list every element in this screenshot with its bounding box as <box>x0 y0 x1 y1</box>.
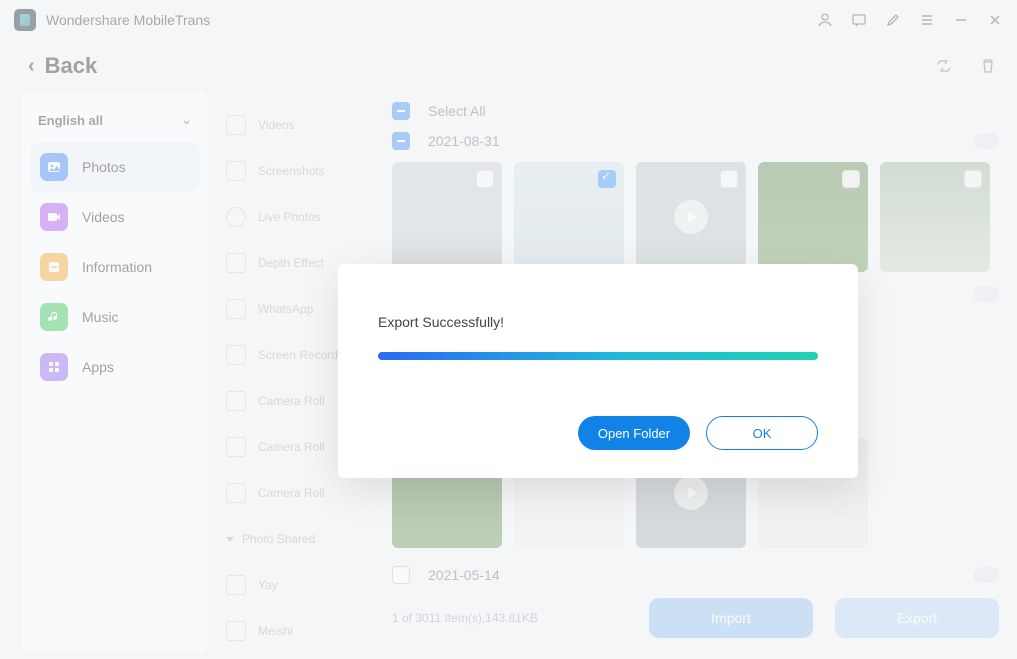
language-label: English all <box>38 113 103 128</box>
category-item[interactable]: Meishi <box>220 608 386 654</box>
sidebar: English all ⌄ Photos Videos Information … <box>22 92 208 652</box>
page-header: ‹ Back <box>0 40 1017 92</box>
photo-thumbnail[interactable] <box>514 162 624 272</box>
export-button[interactable]: Export <box>835 598 999 638</box>
ok-button[interactable]: OK <box>706 416 818 450</box>
back-chevron-icon[interactable]: ‹ <box>28 55 35 78</box>
user-icon[interactable] <box>817 12 833 28</box>
message-icon[interactable] <box>851 12 867 28</box>
sidebar-item-music[interactable]: Music <box>30 292 200 342</box>
folder-icon <box>226 621 246 641</box>
group-checkbox[interactable] <box>392 566 410 584</box>
livephotos-icon <box>226 207 246 227</box>
group-checkbox[interactable] <box>392 132 410 150</box>
category-item[interactable]: Live Photos <box>220 194 386 240</box>
play-icon <box>674 200 708 234</box>
edit-icon[interactable] <box>885 12 901 28</box>
thumbnail-checkbox[interactable] <box>964 170 982 188</box>
menu-icon[interactable] <box>919 12 935 28</box>
sidebar-item-label: Videos <box>82 209 125 225</box>
date-group-header[interactable]: 2021-08-31 <box>392 126 999 156</box>
app-logo <box>14 9 36 31</box>
sidebar-item-label: Apps <box>82 359 114 375</box>
modal-title: Export Successfully! <box>378 314 818 330</box>
thumbnail-checkbox[interactable] <box>598 170 616 188</box>
export-success-modal: Export Successfully! Open Folder OK <box>338 264 858 478</box>
photo-thumbnail[interactable] <box>392 162 502 272</box>
apps-icon <box>40 353 68 381</box>
category-item[interactable]: Videos <box>220 102 386 148</box>
play-icon <box>674 476 708 510</box>
videos-icon <box>40 203 68 231</box>
photo-thumbnail[interactable] <box>880 162 990 272</box>
whatsapp-icon <box>226 299 246 319</box>
thumbnail-checkbox[interactable] <box>842 170 860 188</box>
app-title: Wondershare MobileTrans <box>46 12 210 28</box>
category-item[interactable]: Photo Shared <box>220 516 386 562</box>
thumbnail-checkbox[interactable] <box>476 170 494 188</box>
select-all-checkbox[interactable] <box>392 102 410 120</box>
photos-icon <box>40 153 68 181</box>
sidebar-item-label: Information <box>82 259 152 275</box>
cameraroll-icon <box>226 483 246 503</box>
sidebar-item-apps[interactable]: Apps <box>30 342 200 392</box>
cameraroll-icon <box>226 391 246 411</box>
refresh-icon[interactable] <box>935 57 953 75</box>
folder-icon <box>226 575 246 595</box>
category-item[interactable]: Screenshots <box>220 148 386 194</box>
date-label: 2021-08-31 <box>428 133 500 149</box>
bottom-bar: 1 of 3011 Item(s),143.81KB Import Export <box>392 590 999 652</box>
minimize-icon[interactable] <box>953 12 969 28</box>
sidebar-item-information[interactable]: Information <box>30 242 200 292</box>
video-thumbnail[interactable] <box>636 162 746 272</box>
sidebar-item-photos[interactable]: Photos <box>30 142 200 192</box>
back-button[interactable]: Back <box>45 53 98 79</box>
language-selector[interactable]: English all ⌄ <box>30 100 200 142</box>
sidebar-item-label: Photos <box>82 159 126 175</box>
count-badge <box>973 133 999 149</box>
chevron-down-icon: ⌄ <box>181 112 192 128</box>
deptheffect-icon <box>226 253 246 273</box>
screenshots-icon <box>226 161 246 181</box>
close-icon[interactable] <box>987 12 1003 28</box>
count-badge <box>973 286 999 302</box>
video-folder-icon <box>226 115 246 135</box>
information-icon <box>40 253 68 281</box>
trash-icon[interactable] <box>979 57 997 75</box>
photo-thumbnail[interactable] <box>758 162 868 272</box>
open-folder-button[interactable]: Open Folder <box>578 416 690 450</box>
status-text: 1 of 3011 Item(s),143.81KB <box>392 611 538 625</box>
music-icon <box>40 303 68 331</box>
date-group-header[interactable]: 2021-05-14 <box>392 560 999 590</box>
sidebar-item-label: Music <box>82 309 119 325</box>
import-button[interactable]: Import <box>649 598 813 638</box>
category-item[interactable]: Yay <box>220 562 386 608</box>
sidebar-item-videos[interactable]: Videos <box>30 192 200 242</box>
date-label: 2021-05-14 <box>428 567 500 583</box>
chevron-down-icon <box>226 537 234 542</box>
titlebar: Wondershare MobileTrans <box>0 0 1017 40</box>
select-all-row[interactable]: Select All <box>392 96 999 126</box>
select-all-label: Select All <box>428 103 486 119</box>
cameraroll-icon <box>226 437 246 457</box>
screenrecorder-icon <box>226 345 246 365</box>
thumbnail-checkbox[interactable] <box>720 170 738 188</box>
progress-bar <box>378 352 818 360</box>
count-badge <box>973 567 999 583</box>
